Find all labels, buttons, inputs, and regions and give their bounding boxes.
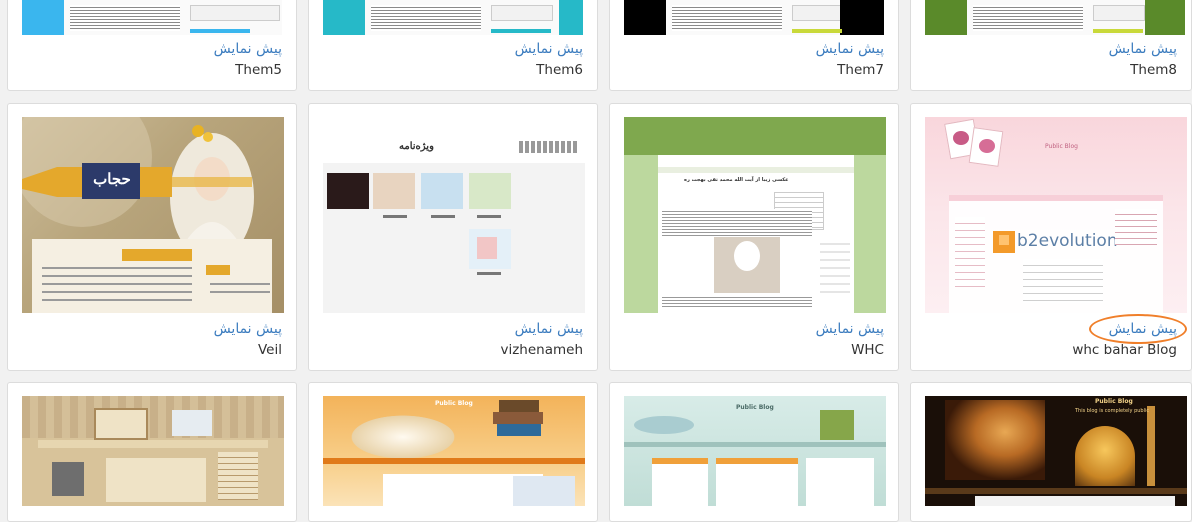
theme-thumbnail-whc[interactable]: عکسی زیبا از آیت الله محمد تقی بهجت ره — [624, 117, 886, 313]
theme-thumbnail-row3-3[interactable]: Public Blog — [624, 396, 886, 506]
theme-card-whc[interactable]: عکسی زیبا از آیت الله محمد تقی بهجت ره پ… — [609, 103, 899, 371]
row3-4-tagline-text: This blog is completely public — [1075, 408, 1150, 414]
theme-thumbnail-veil[interactable]: حجاب — [22, 117, 284, 313]
preview-link-vizhenameh[interactable]: پیش نمایش — [515, 321, 583, 337]
theme-name-whc: WHC — [851, 342, 884, 358]
theme-name-them8: Them8 — [1130, 62, 1177, 78]
theme-name-veil: Veil — [258, 342, 282, 358]
theme-thumbnail-them8[interactable] — [925, 0, 1185, 35]
preview-link-them7[interactable]: پیش نمایش — [816, 41, 884, 57]
whc-headline-text: عکسی زیبا از آیت الله محمد تقی بهجت ره — [684, 177, 789, 183]
preview-link-them8[interactable]: پیش نمایش — [1109, 41, 1177, 57]
theme-name-vizhenameh: vizhenameh — [500, 342, 583, 358]
theme-card-row3-3[interactable]: Public Blog — [609, 382, 899, 522]
theme-card-them5[interactable]: پیش نمایش Them5 — [7, 0, 297, 91]
theme-thumbnail-them6[interactable] — [323, 0, 583, 35]
theme-card-row3-1[interactable] — [7, 382, 297, 522]
preview-link-veil[interactable]: پیش نمایش — [214, 321, 282, 337]
row3-3-public-blog-text: Public Blog — [736, 404, 774, 411]
theme-thumbnail-row3-4[interactable]: Public Blog This blog is completely publ… — [925, 396, 1187, 506]
row3-2-public-blog-text: Public Blog — [435, 400, 473, 407]
theme-thumbnail-them5[interactable] — [22, 0, 282, 35]
preview-link-whc[interactable]: پیش نمایش — [816, 321, 884, 337]
theme-card-vizhenameh[interactable]: ویژه‌نامه پیش نمایش vizhenameh — [308, 103, 598, 371]
theme-thumbnail-row3-1[interactable] — [22, 396, 284, 506]
theme-name-whc-bahar-blog: whc bahar Blog — [1072, 342, 1177, 358]
theme-card-row3-2[interactable]: Public Blog — [308, 382, 598, 522]
theme-thumbnail-them7[interactable] — [624, 0, 884, 35]
theme-thumbnail-whc-bahar-blog[interactable]: Public Blog b2evolution — [925, 117, 1187, 313]
theme-thumbnail-vizhenameh[interactable]: ویژه‌نامه — [323, 117, 585, 313]
theme-card-row3-4[interactable]: Public Blog This blog is completely publ… — [910, 382, 1192, 522]
theme-card-whc-bahar-blog[interactable]: Public Blog b2evolution پیش نمایش whc ba… — [910, 103, 1192, 371]
theme-card-veil[interactable]: حجاب پیش نمایش Veil — [7, 103, 297, 371]
vizhenameh-title-text: ویژه‌نامه — [399, 141, 434, 152]
whc-bahar-public-blog-text: Public Blog — [1045, 143, 1078, 150]
preview-link-them5[interactable]: پیش نمایش — [214, 41, 282, 57]
theme-card-them6[interactable]: پیش نمایش Them6 — [308, 0, 598, 91]
b2evolution-logo-text: b2evolution — [1017, 231, 1118, 251]
preview-link-whc-bahar-blog[interactable]: پیش نمایش — [1109, 321, 1177, 337]
theme-name-them5: Them5 — [235, 62, 282, 78]
preview-link-them6[interactable]: پیش نمایش — [515, 41, 583, 57]
theme-card-them8[interactable]: پیش نمایش Them8 — [910, 0, 1192, 91]
row3-4-public-blog-text: Public Blog — [1095, 398, 1133, 405]
theme-name-them7: Them7 — [837, 62, 884, 78]
theme-card-them7[interactable]: پیش نمایش Them7 — [609, 0, 899, 91]
theme-name-them6: Them6 — [536, 62, 583, 78]
veil-hijab-banner-text: حجاب — [93, 170, 131, 188]
theme-thumbnail-row3-2[interactable]: Public Blog — [323, 396, 585, 506]
